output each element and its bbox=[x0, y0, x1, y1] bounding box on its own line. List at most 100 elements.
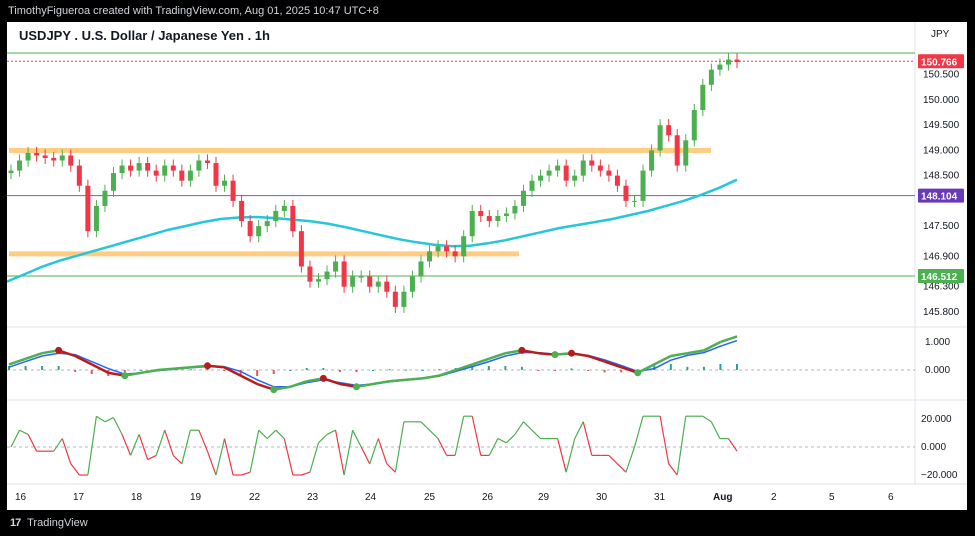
candle-body bbox=[580, 160, 586, 176]
rsi-segment bbox=[386, 463, 396, 473]
chart-window: TimothyFigueroa created with TradingView… bbox=[0, 0, 975, 536]
candle-body bbox=[614, 175, 620, 186]
candle-body bbox=[230, 180, 236, 201]
candle-body bbox=[179, 170, 185, 181]
osc-histogram-bar bbox=[603, 370, 606, 373]
candle-body bbox=[409, 276, 415, 292]
candle-body bbox=[657, 125, 663, 151]
osc-histogram-bar bbox=[355, 370, 358, 372]
osc-histogram-bar bbox=[322, 368, 325, 370]
rsi-segment bbox=[582, 421, 593, 456]
candle-body bbox=[222, 180, 228, 186]
candle-body bbox=[503, 213, 509, 217]
osc-histogram-bar bbox=[74, 370, 77, 372]
osc-fast-segment bbox=[389, 378, 407, 383]
osc-histogram-bar bbox=[388, 369, 391, 371]
time-tick-label: 25 bbox=[424, 492, 436, 503]
osc-histogram-bar bbox=[338, 370, 341, 372]
rsi-segment bbox=[112, 417, 123, 435]
candle-body bbox=[606, 170, 612, 176]
rsi-segment bbox=[87, 416, 98, 476]
osc-histogram-bar bbox=[405, 369, 408, 371]
osc-fast-segment bbox=[488, 352, 506, 360]
rsi-segment bbox=[258, 429, 268, 440]
candle-body bbox=[273, 210, 279, 222]
chart-svg[interactable]: USDJPY . U.S. Dollar / Japanese Yen . 1h… bbox=[7, 22, 967, 510]
candle-body bbox=[469, 210, 475, 237]
candles-layer bbox=[8, 53, 740, 313]
candle-body bbox=[153, 170, 159, 176]
candle-body bbox=[392, 291, 398, 307]
rsi-segment bbox=[164, 430, 174, 456]
candle-body bbox=[589, 160, 595, 166]
candle-body bbox=[512, 205, 518, 214]
osc-histogram-bar bbox=[272, 370, 275, 374]
tradingview-logo-icon[interactable]: 17 bbox=[10, 517, 21, 529]
rsi-segment bbox=[198, 429, 209, 452]
rsi-segment bbox=[727, 438, 738, 452]
candle-body bbox=[572, 175, 578, 181]
rsi-segment bbox=[702, 415, 712, 423]
candle-body bbox=[674, 135, 680, 166]
rsi-segment bbox=[61, 438, 72, 464]
candle-body bbox=[42, 155, 48, 158]
osc-histogram-bar bbox=[520, 366, 523, 370]
footer-brand[interactable]: TradingView bbox=[27, 517, 88, 529]
candle-body bbox=[128, 165, 134, 171]
rsi-tick-label: −20.000 bbox=[921, 470, 958, 481]
osc-histogram-bar bbox=[223, 370, 226, 371]
candle-body bbox=[85, 185, 91, 232]
candle-body bbox=[358, 276, 364, 278]
candle-body bbox=[76, 165, 82, 186]
osc-fast-segment bbox=[25, 352, 43, 360]
candle-body bbox=[486, 216, 492, 222]
candle-body bbox=[170, 165, 176, 171]
oscillator-pane: 1.000 0.000 bbox=[7, 335, 950, 394]
rsi-segment bbox=[130, 434, 140, 456]
candle-body bbox=[495, 216, 501, 222]
price-tick-label: 146.900 bbox=[923, 251, 960, 262]
price-tick-label: 149.000 bbox=[923, 145, 960, 156]
rsi-segment bbox=[334, 430, 345, 476]
rsi-segment bbox=[505, 433, 516, 444]
rsi-segment bbox=[318, 433, 328, 444]
osc-fast-segment bbox=[240, 374, 258, 386]
osc-histogram-bar bbox=[719, 364, 722, 370]
osc-fast-segment bbox=[8, 357, 26, 366]
osc-histogram-bar bbox=[669, 364, 672, 370]
rsi-segment bbox=[283, 438, 294, 476]
rsi-segment bbox=[10, 429, 21, 448]
osc-cross-dot bbox=[204, 362, 212, 370]
candle-body bbox=[93, 205, 99, 232]
time-tick-label: 30 bbox=[596, 492, 608, 503]
candle-body bbox=[529, 180, 535, 191]
candle-body bbox=[204, 160, 210, 164]
rsi-segment bbox=[53, 438, 63, 452]
zone-layer bbox=[9, 147, 711, 257]
osc-tick-label: 1.000 bbox=[925, 337, 950, 348]
osc-histogram-bar bbox=[305, 368, 308, 370]
rsi-segment bbox=[326, 429, 336, 435]
rsi-segment bbox=[574, 421, 584, 439]
candle-body bbox=[401, 291, 407, 307]
rsi-segment bbox=[147, 454, 157, 461]
rsi-segment bbox=[121, 434, 132, 456]
price-tag-label: 146.512 bbox=[921, 272, 958, 283]
osc-fast-segment bbox=[157, 367, 175, 372]
candle-body bbox=[427, 251, 433, 262]
price-tag-label: 150.766 bbox=[921, 57, 958, 68]
rsi-segment bbox=[96, 415, 106, 423]
candle-body bbox=[649, 150, 655, 171]
candle-body bbox=[623, 185, 629, 201]
rsi-segment bbox=[454, 416, 465, 456]
candle-body bbox=[324, 271, 330, 280]
chart-panel[interactable]: USDJPY . U.S. Dollar / Japanese Yen . 1h… bbox=[7, 22, 967, 510]
support-resistance-zone bbox=[9, 147, 711, 153]
rsi-segment bbox=[659, 416, 670, 464]
time-axis[interactable]: 16 17 18 19 22 23 24 25 26 29 30 31 Aug 2 5 6 bbox=[15, 492, 894, 503]
candle-body bbox=[555, 165, 561, 171]
candle-body bbox=[461, 236, 467, 257]
candle-body bbox=[196, 160, 202, 171]
rsi-tick-label: 0.000 bbox=[921, 442, 946, 453]
osc-fast-segment bbox=[422, 374, 440, 380]
